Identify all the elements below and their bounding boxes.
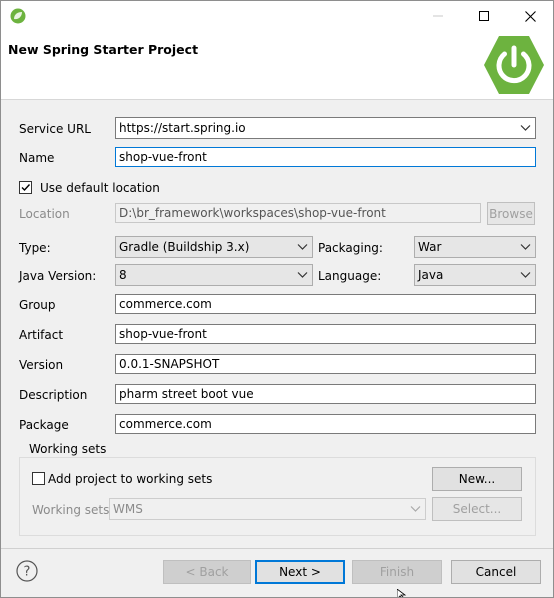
checkmark-icon — [21, 184, 31, 192]
chevron-down-icon — [297, 272, 308, 278]
mouse-cursor-icon — [397, 589, 407, 597]
name-input[interactable]: shop-vue-front — [115, 147, 536, 167]
select-working-set-button[interactable]: Select... — [432, 497, 522, 521]
maximize-icon — [479, 11, 489, 21]
spring-leaf-icon — [10, 8, 26, 24]
description-input[interactable]: pharm street boot vue — [115, 384, 536, 404]
language-label: Language: — [318, 269, 382, 283]
spring-power-logo — [484, 36, 544, 94]
wizard-title: New Spring Starter Project — [8, 42, 199, 57]
artifact-label: Artifact — [19, 328, 64, 342]
type-select[interactable]: Gradle (Buildship 3.x) — [115, 236, 313, 258]
version-label: Version — [19, 358, 64, 372]
description-label: Description — [19, 388, 88, 402]
service-url-combo[interactable]: https://start.spring.io — [115, 117, 536, 139]
next-button[interactable]: Next > — [255, 560, 345, 584]
type-value: Gradle (Buildship 3.x) — [119, 240, 250, 254]
package-label: Package — [19, 418, 69, 432]
group-label: Group — [19, 298, 56, 312]
packaging-label: Packaging: — [318, 241, 383, 255]
type-label: Type: — [19, 241, 51, 255]
service-url-value: https://start.spring.io — [119, 121, 246, 135]
close-icon — [524, 10, 536, 22]
new-working-set-button[interactable]: New... — [432, 467, 522, 491]
cancel-button[interactable]: Cancel — [451, 560, 541, 584]
dialog-window: New Spring Starter Project Service URL h… — [0, 0, 554, 598]
maximize-button[interactable] — [461, 1, 507, 31]
working-sets-value: WMS — [113, 502, 143, 516]
back-button[interactable]: < Back — [163, 560, 251, 584]
working-sets-select[interactable]: WMS — [109, 498, 426, 520]
chevron-down-icon — [297, 244, 308, 250]
use-default-location-label: Use default location — [40, 181, 160, 195]
package-input[interactable]: commerce.com — [115, 414, 536, 434]
help-glyph: ? — [24, 565, 31, 580]
chevron-down-icon — [520, 125, 531, 131]
working-sets-title: Working sets — [27, 441, 109, 457]
location-input[interactable]: D:\br_framework\workspaces\shop-vue-fron… — [115, 203, 481, 223]
packaging-select[interactable]: War — [414, 236, 536, 258]
minimize-icon — [433, 15, 443, 17]
language-select[interactable]: Java — [414, 264, 536, 286]
add-to-working-sets-checkbox[interactable] — [32, 472, 45, 485]
language-value: Java — [418, 268, 444, 282]
minimize-button[interactable] — [415, 1, 461, 31]
title-bar — [1, 1, 553, 31]
version-input[interactable]: 0.0.1-SNAPSHOT — [115, 354, 536, 374]
finish-button[interactable]: Finish — [352, 560, 442, 584]
java-version-label: Java Version: — [19, 269, 97, 283]
java-version-value: 8 — [119, 268, 127, 282]
footer-separator — [1, 548, 553, 549]
close-button[interactable] — [507, 1, 553, 31]
artifact-input[interactable]: shop-vue-front — [115, 324, 536, 344]
chevron-down-icon — [410, 506, 421, 512]
packaging-value: War — [418, 240, 442, 254]
help-icon[interactable]: ? — [16, 560, 38, 582]
wizard-banner: New Spring Starter Project — [1, 31, 553, 100]
java-version-select[interactable]: 8 — [115, 264, 313, 286]
chevron-down-icon — [520, 244, 531, 250]
service-url-label: Service URL — [19, 122, 91, 136]
use-default-location-checkbox[interactable] — [19, 181, 32, 194]
name-label: Name — [19, 151, 55, 165]
add-to-working-sets-label: Add project to working sets — [48, 472, 213, 486]
chevron-down-icon — [520, 272, 531, 278]
group-input[interactable]: commerce.com — [115, 294, 536, 314]
browse-button[interactable]: Browse — [487, 202, 535, 225]
location-label: Location — [19, 207, 70, 221]
working-sets-label: Working sets: — [32, 503, 114, 517]
